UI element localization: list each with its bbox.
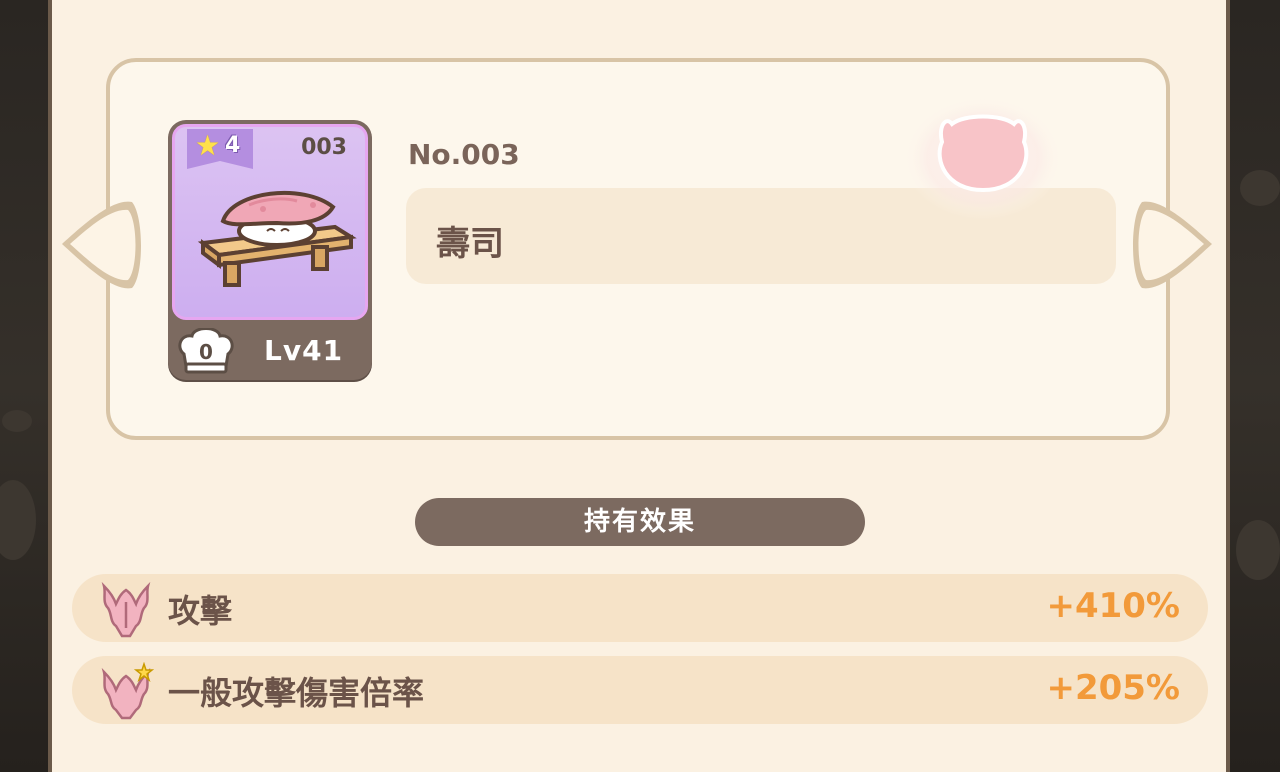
background-decoration <box>0 480 36 560</box>
dish-card-number: 003 <box>301 135 347 160</box>
dish-number-label: No.003 <box>408 138 520 171</box>
background-decoration <box>2 410 32 432</box>
effect-label: 一般攻擊傷害倍率 <box>168 674 425 712</box>
star-icon: ★ <box>195 129 221 162</box>
background-decoration <box>1240 170 1280 206</box>
sushi-icon <box>197 190 357 287</box>
dish-name: 壽司 <box>436 224 504 264</box>
arrow-left-icon[interactable] <box>52 196 142 296</box>
dish-card[interactable]: ★ 4 003 0 Lv41 <box>168 120 372 380</box>
effect-row-normal-attack-multiplier: 一般攻擊傷害倍率 +205% <box>72 656 1208 724</box>
effect-row-attack: 攻擊 +410% <box>72 574 1208 642</box>
effect-label: 攻擊 <box>168 592 233 630</box>
effects-header: 持有效果 <box>415 498 865 546</box>
background-right <box>1230 0 1280 772</box>
effect-value: +410% <box>1046 586 1180 626</box>
ghost-icon[interactable] <box>902 90 1064 220</box>
chef-count: 0 <box>199 340 213 364</box>
background-left <box>0 0 50 772</box>
effect-value: +205% <box>1046 668 1180 708</box>
attack-claw-icon <box>101 581 151 638</box>
attack-claw-spark-icon <box>101 662 154 720</box>
arrow-right-icon[interactable] <box>1132 196 1222 296</box>
background-decoration <box>1236 520 1280 580</box>
dish-level: Lv41 <box>264 334 344 367</box>
dish-card-portrait: ★ 4 003 <box>172 124 368 320</box>
star-count: 4 <box>225 133 241 158</box>
